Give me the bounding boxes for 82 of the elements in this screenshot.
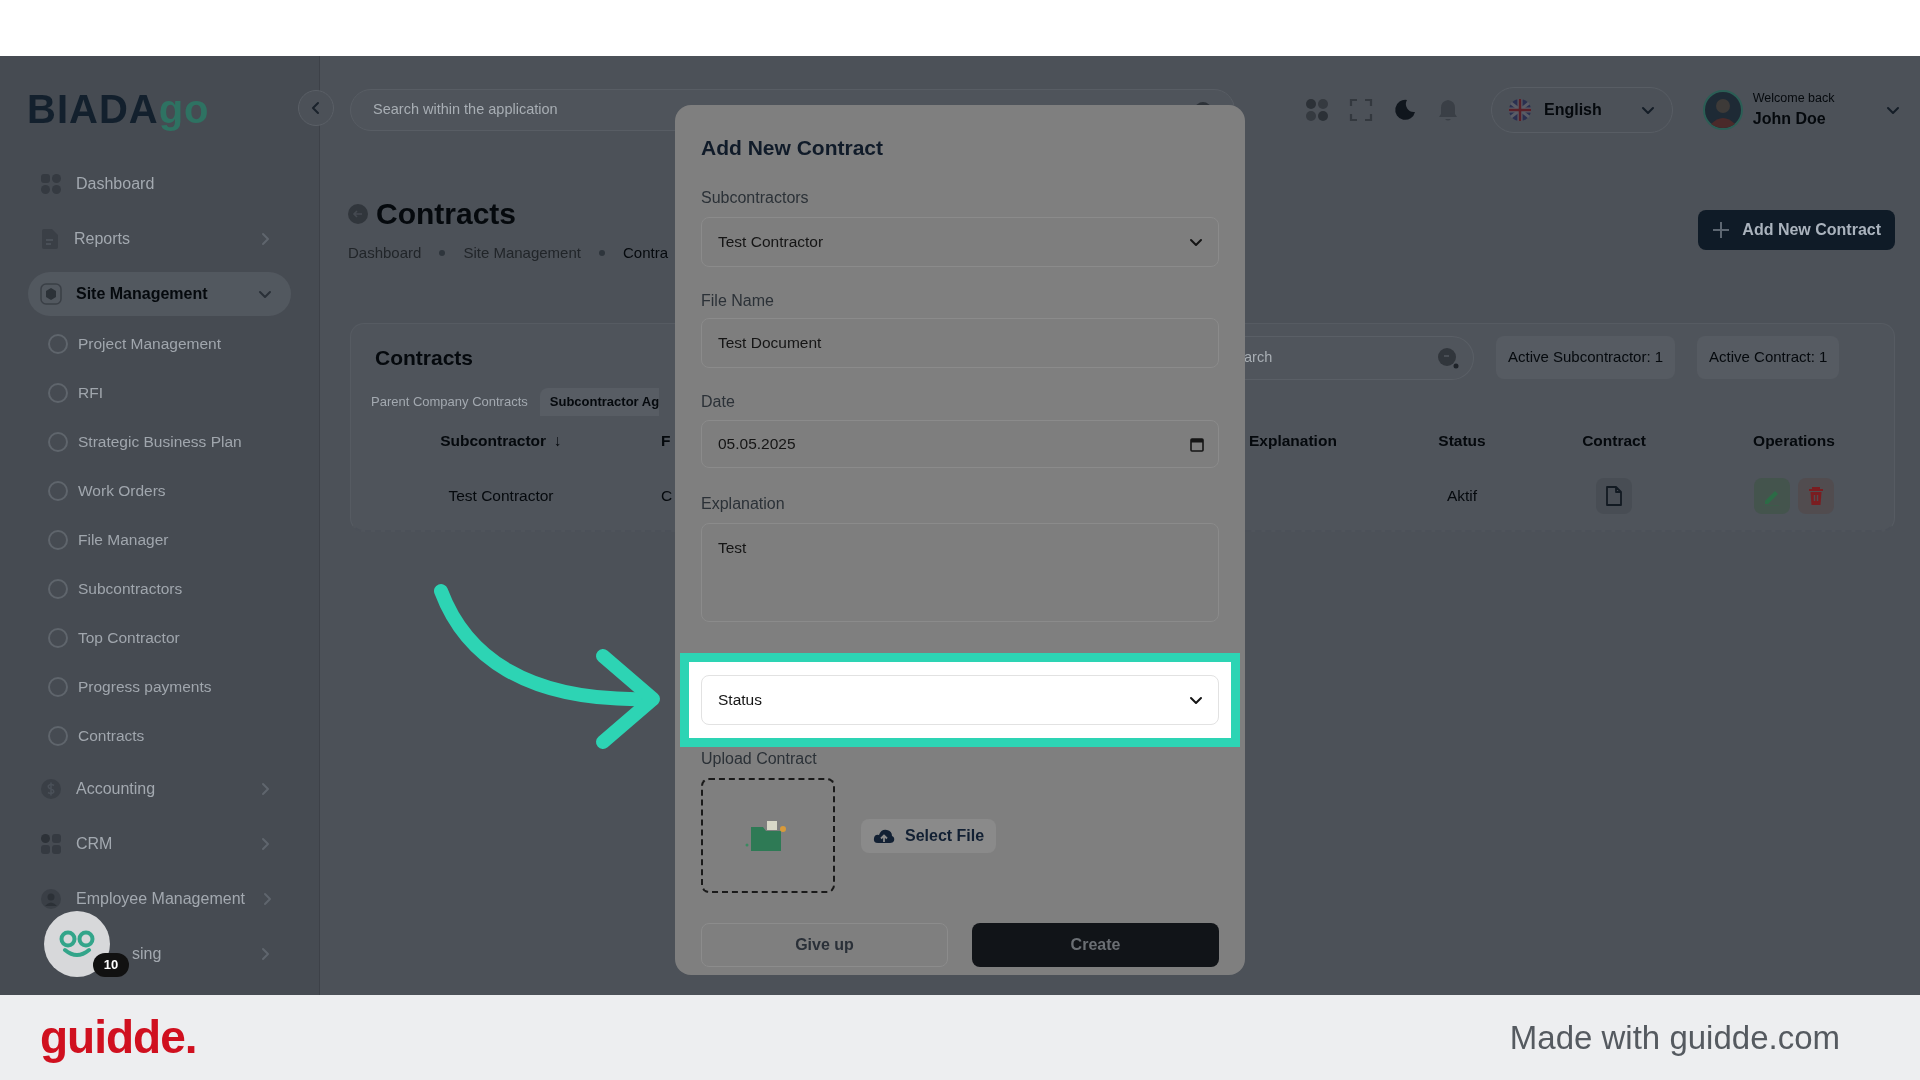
table-cell-text: C xyxy=(660,485,673,506)
input-field[interactable]: Test Document xyxy=(701,318,1219,368)
apps-icon[interactable] xyxy=(1305,98,1329,122)
tab[interactable]: Parent Company Contracts xyxy=(351,387,540,416)
calendar-icon xyxy=(1190,436,1204,452)
sidebar-item[interactable]: CRM xyxy=(28,822,291,866)
bullet-icon xyxy=(48,383,68,403)
plus-icon xyxy=(1712,221,1731,240)
delete-button[interactable] xyxy=(1798,477,1834,514)
field-label: Upload Contract xyxy=(701,749,818,769)
breadcrumb-link[interactable]: Contra xyxy=(622,242,668,265)
fullscreen-icon[interactable] xyxy=(1349,98,1373,122)
bullet-icon xyxy=(48,432,68,452)
table-cell-text: Test Contractor xyxy=(447,485,555,506)
sidebar-subitem[interactable]: Progress payments xyxy=(28,667,291,707)
sidebar-item[interactable]: Accounting xyxy=(28,767,291,811)
person-icon xyxy=(40,888,62,910)
search-icon xyxy=(1437,346,1459,369)
sidebar-subitem[interactable]: File Manager xyxy=(28,520,291,560)
card-title: Contracts xyxy=(374,344,475,371)
bullet-icon xyxy=(48,481,68,501)
page-title: Contracts xyxy=(376,196,517,232)
grid-icon xyxy=(40,833,62,855)
dot-icon xyxy=(598,250,605,257)
collapse-button[interactable] xyxy=(298,90,334,126)
trash-icon xyxy=(1807,485,1825,506)
stat-badge: Active Subcontractor: 1 xyxy=(1496,336,1676,379)
moon-icon[interactable] xyxy=(1393,98,1417,122)
bullet-icon xyxy=(48,579,68,599)
greeting-text: Welcome back xyxy=(1752,89,1835,107)
text-area[interactable]: Test xyxy=(701,523,1219,622)
add-contract-button[interactable]: Add New Contract xyxy=(1698,210,1895,251)
select-file-button[interactable]: Select File xyxy=(861,818,997,853)
sidebar-subitem[interactable]: RFI xyxy=(28,373,291,413)
bullet-icon xyxy=(48,530,68,550)
column-header[interactable]: Subcontractor ↓ xyxy=(351,415,651,466)
user-name: John Doe xyxy=(1752,109,1827,130)
sort-indicator[interactable]: ↓ xyxy=(554,428,562,453)
column-header: Status xyxy=(1437,430,1487,451)
search-field[interactable]: arch xyxy=(1244,335,1474,380)
edit-button[interactable] xyxy=(1754,477,1790,514)
cube-icon xyxy=(40,283,62,305)
sidebar-subitem[interactable]: Work Orders xyxy=(28,471,291,511)
sidebar-subitem[interactable]: Top Contractor xyxy=(28,618,291,658)
credit-text: Made with guidde.com xyxy=(1509,1017,1840,1058)
sidebar-item[interactable]: Dashboard xyxy=(28,162,291,206)
field-label: Subcontractors xyxy=(701,188,810,208)
column-header: Explanation xyxy=(1248,430,1338,451)
sidebar-subitem[interactable]: Project Management xyxy=(28,324,291,364)
field-label: File Name xyxy=(701,291,775,311)
tab[interactable]: Subcontractor Ag xyxy=(539,387,660,416)
bullet-icon xyxy=(48,334,68,354)
language-selector[interactable]: English xyxy=(1491,87,1673,133)
brand-logo: guidde. xyxy=(40,1010,197,1065)
modal-title: Add New Contract xyxy=(701,135,884,161)
select-field[interactable]: Status xyxy=(701,675,1219,725)
create-button[interactable]: Create xyxy=(972,923,1219,967)
column-header[interactable]: F xyxy=(651,415,671,466)
view-document-button[interactable] xyxy=(1596,477,1632,514)
bullet-icon xyxy=(48,628,68,648)
bullet-icon xyxy=(48,726,68,746)
column-header: Operations xyxy=(1752,430,1836,451)
field-label: Explanation xyxy=(701,494,786,514)
sidebar-subitem[interactable]: Subcontractors xyxy=(28,569,291,609)
sidebar-item[interactable]: Reports xyxy=(28,217,291,261)
dot-icon xyxy=(439,250,446,257)
sidebar-item[interactable]: Site Management xyxy=(28,272,291,316)
select-field[interactable]: Test Contractor xyxy=(701,217,1219,267)
cancel-button[interactable]: Give up xyxy=(701,923,948,967)
upload-dropzone[interactable] xyxy=(701,778,835,893)
assistant-logo-icon xyxy=(59,929,95,959)
sidebar-subitem[interactable]: Strategic Business Plan xyxy=(28,422,291,462)
bullet-icon xyxy=(48,677,68,697)
table-cell-text: Aktif xyxy=(1445,485,1479,506)
sidebar-subitem[interactable]: Contracts xyxy=(28,716,291,756)
field-label: Date xyxy=(701,392,736,412)
stat-badge: Active Contract: 1 xyxy=(1697,336,1840,379)
date-field[interactable]: 05.05.2025 xyxy=(701,420,1219,468)
document-icon xyxy=(1605,484,1623,507)
avatar-icon xyxy=(1702,90,1743,130)
column-header: Contract xyxy=(1581,430,1647,451)
flag-icon xyxy=(1508,98,1532,122)
